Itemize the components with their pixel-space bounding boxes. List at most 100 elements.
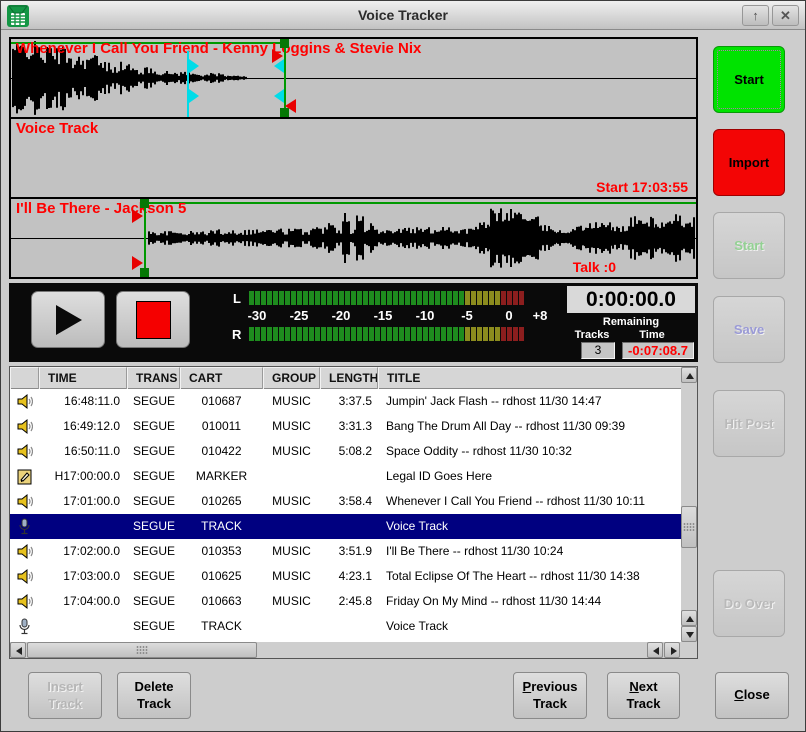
scroll-up-button[interactable] — [681, 367, 697, 383]
scroll-up-button-2[interactable] — [681, 610, 697, 626]
column-time[interactable]: TIME — [39, 367, 127, 389]
stop-button[interactable] — [116, 291, 190, 348]
right-arrow-icon — [671, 647, 677, 655]
voice-track-start-time: Start 17:03:55 — [596, 179, 688, 195]
meter-left-label: L — [233, 291, 241, 306]
track2-title: Voice Track — [16, 120, 98, 137]
green-handle-icon[interactable] — [140, 199, 149, 208]
talk-time-label: Talk :0 — [573, 259, 616, 275]
log-row[interactable]: 17:04:00.0SEGUE010663MUSIC2:45.8Friday O… — [10, 589, 681, 614]
import-button[interactable]: Import — [713, 129, 785, 196]
cell-time: 16:48:11.0 — [39, 389, 127, 414]
log-row[interactable]: 17:01:00.0SEGUE010265MUSIC3:58.4Whenever… — [10, 489, 681, 514]
log-row[interactable]: 16:49:12.0SEGUE010011MUSIC3:31.3Bang The… — [10, 414, 681, 439]
waveform-track-previous[interactable]: Whenever I Call You Friend - Kenny Loggi… — [11, 39, 696, 117]
window-close-button[interactable]: ✕ — [772, 5, 799, 26]
do-over-button: Do Over — [713, 570, 785, 637]
column-title[interactable]: TITLE — [378, 367, 681, 389]
log-row[interactable]: SEGUETRACK Voice Track — [10, 514, 681, 539]
scale-tick-label: +8 — [533, 308, 548, 323]
cyan-marker-icon[interactable] — [274, 89, 284, 103]
cell-cart: 010687 — [180, 389, 263, 414]
speaker-icon — [10, 414, 39, 439]
scroll-left-button[interactable] — [10, 642, 26, 658]
column-cart[interactable]: CART — [180, 367, 263, 389]
waveform-voice-track[interactable]: Voice Track Start 17:03:55 — [11, 119, 696, 197]
column-trans[interactable]: TRANS — [127, 367, 180, 389]
cell-length — [320, 514, 378, 539]
insert-track-button: Insert Track — [28, 672, 102, 719]
green-handle-icon[interactable] — [280, 39, 289, 48]
vertical-scroll-thumb[interactable] — [681, 506, 697, 548]
cell-time: 17:02:00.0 — [39, 539, 127, 564]
cell-length: 5:08.2 — [320, 439, 378, 464]
red-marker-icon[interactable] — [285, 99, 296, 113]
cell-cart: TRACK — [180, 514, 263, 539]
scroll-right-button[interactable] — [664, 642, 680, 658]
cell-length: 3:31.3 — [320, 414, 378, 439]
cell-trans: SEGUE — [127, 539, 180, 564]
column-icon[interactable] — [10, 367, 39, 389]
close-icon: ✕ — [780, 8, 791, 23]
cell-length: 3:37.5 — [320, 389, 378, 414]
start-record-button[interactable]: Start — [713, 46, 785, 113]
marker-icon — [10, 464, 39, 489]
column-length[interactable]: LENGTH — [320, 367, 378, 389]
cell-title: I'll Be There -- rdhost 11/30 10:24 — [378, 539, 681, 564]
log-row[interactable]: 17:02:00.0SEGUE010353MUSIC3:51.9I'll Be … — [10, 539, 681, 564]
red-marker-icon[interactable] — [132, 209, 143, 223]
cell-time — [39, 514, 127, 539]
cyan-marker-icon[interactable] — [189, 89, 199, 103]
region-start-line — [144, 202, 696, 204]
red-marker-icon[interactable] — [132, 256, 143, 270]
cell-trans: SEGUE — [127, 489, 180, 514]
cell-trans: SEGUE — [127, 514, 180, 539]
red-marker-icon[interactable] — [272, 49, 283, 63]
previous-track-button[interactable]: Previous Track — [513, 672, 587, 719]
left-arrow-icon — [16, 647, 22, 655]
log-row[interactable]: 16:48:11.0SEGUE010687MUSIC3:37.5Jumpin' … — [10, 389, 681, 414]
cell-length: 3:58.4 — [320, 489, 378, 514]
hit-post-button: Hit Post — [713, 390, 785, 457]
shade-button[interactable]: ↑ — [742, 5, 769, 26]
delete-track-button[interactable]: Delete Track — [117, 672, 191, 719]
scale-tick-label: -5 — [461, 308, 473, 323]
cell-title: Voice Track — [378, 514, 681, 539]
cyan-marker-icon[interactable] — [189, 59, 199, 73]
log-row[interactable]: 17:03:00.0SEGUE010625MUSIC4:23.1Total Ec… — [10, 564, 681, 589]
scale-tick-label: -20 — [332, 308, 351, 323]
start-marker-line[interactable] — [144, 199, 146, 277]
down-arrow-icon — [686, 632, 694, 638]
cell-trans: SEGUE — [127, 589, 180, 614]
play-icon — [56, 305, 82, 335]
cell-time: 17:03:00.0 — [39, 564, 127, 589]
cell-group: MUSIC — [263, 389, 320, 414]
cell-group — [263, 514, 320, 539]
log-row[interactable]: SEGUETRACKVoice Track — [10, 614, 681, 639]
cell-length: 2:45.8 — [320, 589, 378, 614]
cell-time — [39, 614, 127, 639]
scroll-down-button[interactable] — [681, 626, 697, 642]
play-button[interactable] — [31, 291, 105, 348]
next-track-button[interactable]: Next Track — [607, 672, 680, 719]
waveform-track-next[interactable]: I'll Be There - Jackson 5 Talk :0 — [11, 199, 696, 277]
horizontal-scroll-thumb[interactable] — [27, 642, 257, 658]
cell-trans: SEGUE — [127, 614, 180, 639]
log-row[interactable]: H17:00:00.0SEGUEMARKERLegal ID Goes Here — [10, 464, 681, 489]
scale-tick-label: -30 — [248, 308, 267, 323]
tracks-label: Tracks — [564, 329, 620, 341]
close-button[interactable]: Close — [715, 672, 789, 719]
horizontal-scrollbar[interactable] — [10, 642, 681, 658]
log-header: TIME TRANS CART GROUP LENGTH TITLE — [10, 367, 681, 389]
cell-length: 3:51.9 — [320, 539, 378, 564]
cell-length: 4:23.1 — [320, 564, 378, 589]
cell-group: MUSIC — [263, 414, 320, 439]
cell-length — [320, 464, 378, 489]
column-group[interactable]: GROUP — [263, 367, 320, 389]
vertical-scrollbar[interactable] — [681, 367, 697, 642]
window-title: Voice Tracker — [1, 7, 805, 23]
log-row[interactable]: 16:50:11.0SEGUE010422MUSIC5:08.2Space Od… — [10, 439, 681, 464]
speaker-icon — [10, 589, 39, 614]
scroll-left-button-2[interactable] — [647, 642, 663, 658]
scale-tick-label: -10 — [416, 308, 435, 323]
